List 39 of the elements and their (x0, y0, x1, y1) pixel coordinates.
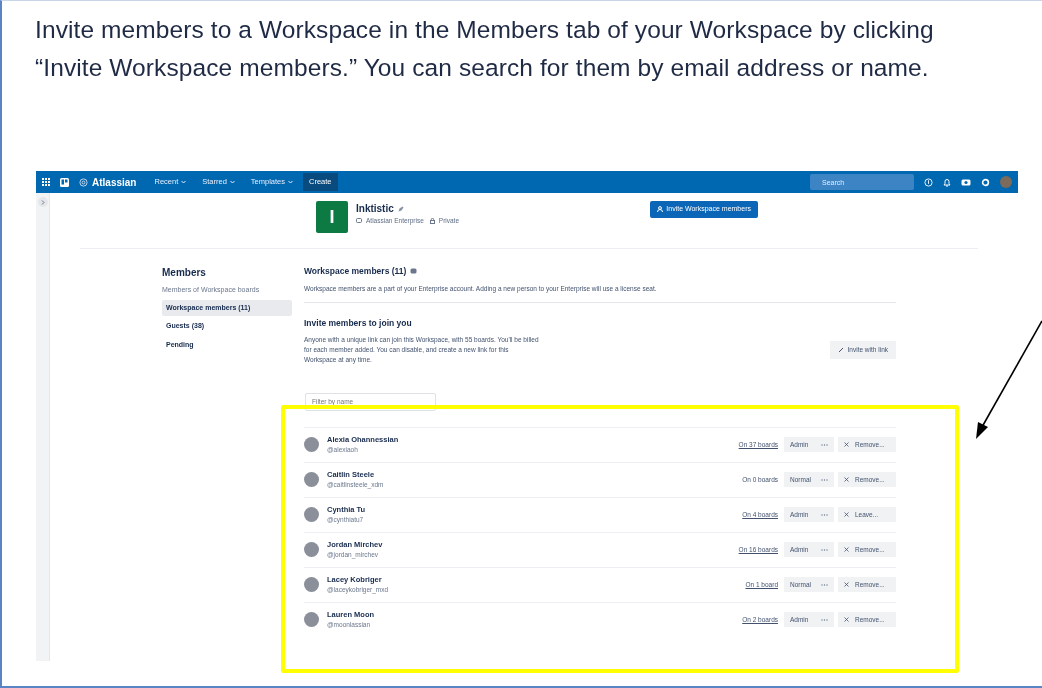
chevron-down-icon (181, 180, 187, 184)
camera-icon[interactable] (961, 178, 971, 186)
ellipsis-icon (821, 513, 828, 516)
board-icon[interactable] (60, 177, 69, 187)
avatar-circle (304, 437, 319, 452)
intro-paragraph: Invite members to a Workspace in the Members tab of your Workspace by clicking “Invite Workspace members.” You can search for them by email address or name. (35, 15, 935, 83)
ellipsis-icon (821, 443, 828, 446)
logo-text[interactable]: Atlassian (92, 174, 137, 190)
pencil-icon[interactable] (397, 205, 404, 212)
avatar-circle (304, 612, 319, 627)
avatar-circle (304, 577, 319, 592)
close-icon (844, 512, 849, 517)
info-icon[interactable] (924, 177, 933, 187)
chevron-right-icon (41, 199, 45, 205)
avatar-circle (304, 542, 319, 557)
sidebar-title: Members (162, 266, 207, 280)
chevron-down-icon (288, 180, 294, 184)
invite-title: Invite members to join you (304, 316, 413, 330)
close-icon (844, 442, 849, 447)
lock-icon (429, 217, 435, 224)
ellipsis-icon (821, 583, 828, 586)
ellipsis-icon (821, 548, 828, 551)
close-icon (844, 477, 849, 482)
avatar-circle (304, 507, 319, 522)
close-icon (844, 617, 849, 622)
link-icon (837, 346, 844, 353)
close-icon (844, 547, 849, 552)
person-icon (657, 206, 664, 213)
workspace-logo: I (316, 201, 348, 233)
avatar-circle (304, 472, 319, 487)
ellipsis-icon (821, 618, 828, 621)
ellipsis-icon (821, 478, 828, 481)
workspace-name: Inktistic (356, 202, 394, 216)
section-title: Workspace members (11) (304, 265, 407, 278)
gear-icon[interactable] (981, 177, 990, 187)
close-icon (844, 582, 849, 587)
chevron-down-icon (229, 180, 235, 184)
apps-grid-icon[interactable] (42, 178, 50, 186)
bell-icon[interactable] (943, 177, 951, 187)
